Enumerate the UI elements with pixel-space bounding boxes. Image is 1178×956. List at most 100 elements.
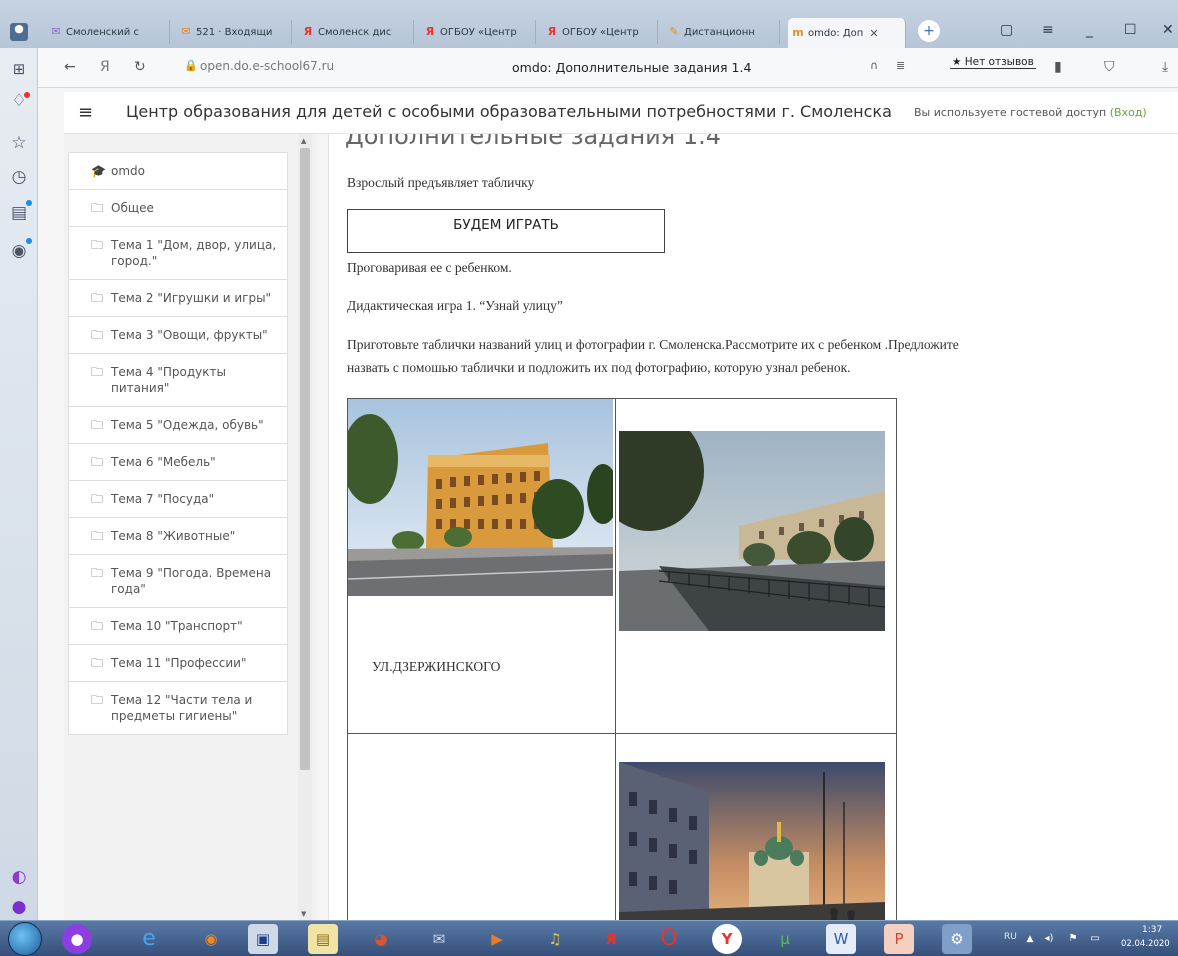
nav-item-section[interactable]: 🗀 Общее — [68, 190, 288, 227]
download-icon[interactable]: ⤓ — [1162, 59, 1168, 75]
chrome-icon[interactable]: ◕ — [366, 924, 396, 954]
course-nav-drawer: 🎓 omdo 🗀 Общее 🗀 Тема 1 "Дом, двор, улица, го… — [64, 134, 317, 920]
nav-item-section[interactable]: 🗀 Тема 7 "Посуда" — [68, 481, 288, 518]
tab-smolensky-mail[interactable]: ✉ Смоленский с — [46, 20, 170, 44]
main-content: Дополнительные задания 1.4 Взрослый пред… — [328, 134, 1178, 920]
reader-mode-icon[interactable]: ≣ — [896, 59, 905, 72]
network-icon[interactable]: ▭ — [1088, 924, 1102, 954]
page-title-in-addressbar: omdo: Дополнительные задания 1.4 — [512, 60, 752, 75]
nav-item-section[interactable]: 🗀 Тема 11 "Профессии" — [68, 645, 288, 682]
folder-icon: 🗀 — [91, 619, 104, 633]
nav-item-section[interactable]: 🗀 Тема 8 "Животные" — [68, 518, 288, 555]
menu-toggle-icon[interactable]: ≡ — [78, 102, 93, 123]
favorites-icon[interactable]: ☆ — [8, 132, 30, 154]
opera-icon[interactable]: O — [654, 924, 684, 954]
page-heading: Дополнительные задания 1.4 — [345, 134, 721, 150]
new-tab-button[interactable]: + — [918, 20, 940, 42]
firefox-icon[interactable]: ◉ — [196, 924, 226, 954]
language-indicator[interactable]: RU — [1004, 932, 1017, 942]
menu-icon[interactable]: ≡ — [1042, 22, 1054, 38]
save-disk-icon[interactable]: ▣ — [248, 924, 278, 954]
photo-cell-3 — [347, 733, 616, 920]
minimize-button[interactable]: _ — [1086, 22, 1093, 38]
tab-smolensk-dist[interactable]: Я Смоленск дис — [298, 20, 414, 44]
folder-icon: 🗀 — [91, 238, 104, 252]
yandex-y-icon[interactable]: Y — [712, 924, 742, 954]
profile-icon[interactable]: ● — [6, 20, 36, 44]
flag-icon[interactable]: ⚑ — [1066, 924, 1080, 954]
music-icon[interactable]: ♫ — [540, 924, 570, 954]
nav-item-course-home[interactable]: 🎓 omdo — [68, 152, 288, 190]
protect-icon[interactable]: ⛉ — [1104, 59, 1115, 75]
folder-icon: 🗀 — [91, 365, 104, 379]
tab-omdo-active[interactable]: m omdo: Доп ✕ — [788, 18, 906, 48]
scroll-up-icon[interactable]: ▲ — [301, 137, 306, 145]
nav-item-section[interactable]: 🗀 Тема 1 "Дом, двор, улица, город." — [68, 227, 288, 280]
word-icon[interactable]: W — [826, 924, 856, 954]
folder-icon: 🗀 — [91, 328, 104, 342]
back-icon[interactable]: ← — [64, 59, 76, 75]
reload-icon[interactable]: ↻ — [134, 59, 146, 75]
mail-app-icon[interactable]: ✉ — [424, 924, 454, 954]
nav-item-label: Тема 1 "Дом, двор, улица, город." — [111, 238, 277, 268]
close-window-button[interactable]: ✕ — [1162, 22, 1174, 38]
zen-badge — [26, 200, 32, 206]
alice-taskbar-icon[interactable]: ● — [62, 924, 92, 954]
scroll-down-icon[interactable]: ▼ — [301, 910, 306, 918]
nav-item-section[interactable]: 🗀 Тема 12 "Части тела и предметы гигиены" — [68, 682, 288, 735]
history-icon[interactable]: ◷ — [8, 166, 30, 188]
alice-icon[interactable]: ◐ — [8, 866, 30, 888]
nav-item-section[interactable]: 🗀 Тема 9 "Погода. Времена года" — [68, 555, 288, 608]
instruction-text-2: Проговаривая ее с ребенком. — [347, 260, 512, 275]
tab-ogbou-1[interactable]: Я ОГБОУ «Центр — [420, 20, 536, 44]
nav-item-label: Тема 7 "Посуда" — [111, 492, 215, 506]
game-title: Дидактическая игра 1. “Узнай улицу” — [347, 298, 563, 313]
close-tab-icon[interactable]: ✕ — [869, 27, 878, 40]
site-title[interactable]: Центр образования для детей с особыми об… — [126, 102, 892, 121]
nav-item-label: Тема 9 "Погода. Времена года" — [111, 566, 272, 596]
apps-grid-icon[interactable]: ⊞ — [8, 58, 30, 80]
login-link[interactable]: (Вход) — [1110, 106, 1147, 119]
nav-item-section[interactable]: 🗀 Тема 3 "Овощи, фрукты" — [68, 317, 288, 354]
lock-icon: 🔒 — [184, 59, 198, 72]
sign-card-text: БУДЕМ ИГРАТЬ — [453, 217, 559, 233]
clock-time[interactable]: 1:37 — [1142, 925, 1162, 935]
folder-icon: 🗀 — [91, 201, 104, 215]
address-bar: ← Я ↻ 🔒 open.do.e-school67.ru omdo: Допо… — [38, 48, 1178, 88]
assistant-icon[interactable]: ● — [8, 896, 30, 918]
bookmark-icon[interactable]: ▮ — [1054, 59, 1062, 75]
site-header: ≡ Центр образования для детей с особыми … — [64, 92, 1178, 134]
url-field[interactable]: open.do.e-school67.ru — [200, 59, 334, 73]
guest-access-notice: Вы используете гостевой доступ (Вход) — [914, 106, 1147, 119]
nav-item-section[interactable]: 🗀 Тема 5 "Одежда, обувь" — [68, 407, 288, 444]
drawer-scroll-thumb[interactable] — [300, 148, 310, 770]
torrent-icon[interactable]: µ — [770, 924, 800, 954]
moodle-icon: m — [792, 26, 804, 39]
volume-icon[interactable]: ◂) — [1042, 924, 1056, 954]
nav-item-section[interactable]: 🗀 Тема 6 "Мебель" — [68, 444, 288, 481]
explorer-icon[interactable]: ▤ — [308, 924, 338, 954]
nav-item-label: Тема 10 "Транспорт" — [111, 619, 243, 633]
nav-item-section[interactable]: 🗀 Тема 2 "Игрушки и игры" — [68, 280, 288, 317]
yandex-browser-icon[interactable]: Я — [596, 924, 626, 954]
headphones-icon[interactable]: ∩ — [870, 59, 878, 72]
tab-inbox[interactable]: ✉ 521 · Входящи — [176, 20, 292, 44]
media-player-icon[interactable]: ▶ — [482, 924, 512, 954]
maximize-button[interactable]: ☐ — [1124, 22, 1137, 38]
start-button[interactable] — [8, 922, 42, 956]
nav-item-section[interactable]: 🗀 Тема 4 "Продукты питания" — [68, 354, 288, 407]
street-photo-cathedral — [618, 762, 885, 920]
nav-item-section[interactable]: 🗀 Тема 10 "Транспорт" — [68, 608, 288, 645]
tab-distance[interactable]: ✎ Дистанционн — [664, 20, 780, 44]
tray-expand-icon[interactable]: ▲ — [1024, 924, 1036, 954]
nav-item-label: Тема 6 "Мебель" — [111, 455, 216, 469]
reviews-button[interactable]: ★ Нет отзывов — [950, 56, 1036, 69]
tab-ogbou-2[interactable]: Я ОГБОУ «Центр — [542, 20, 658, 44]
clock-date[interactable]: 02.04.2020 — [1121, 939, 1170, 949]
tabs-overview-icon[interactable]: ▢ — [1000, 22, 1013, 38]
photo-cell-2 — [614, 398, 897, 734]
powerpoint-icon[interactable]: P — [884, 924, 914, 954]
ie-icon[interactable]: e — [134, 924, 164, 954]
network-app-icon[interactable]: ⚙ — [942, 924, 972, 954]
yandex-logo-icon[interactable]: Я — [100, 59, 110, 75]
